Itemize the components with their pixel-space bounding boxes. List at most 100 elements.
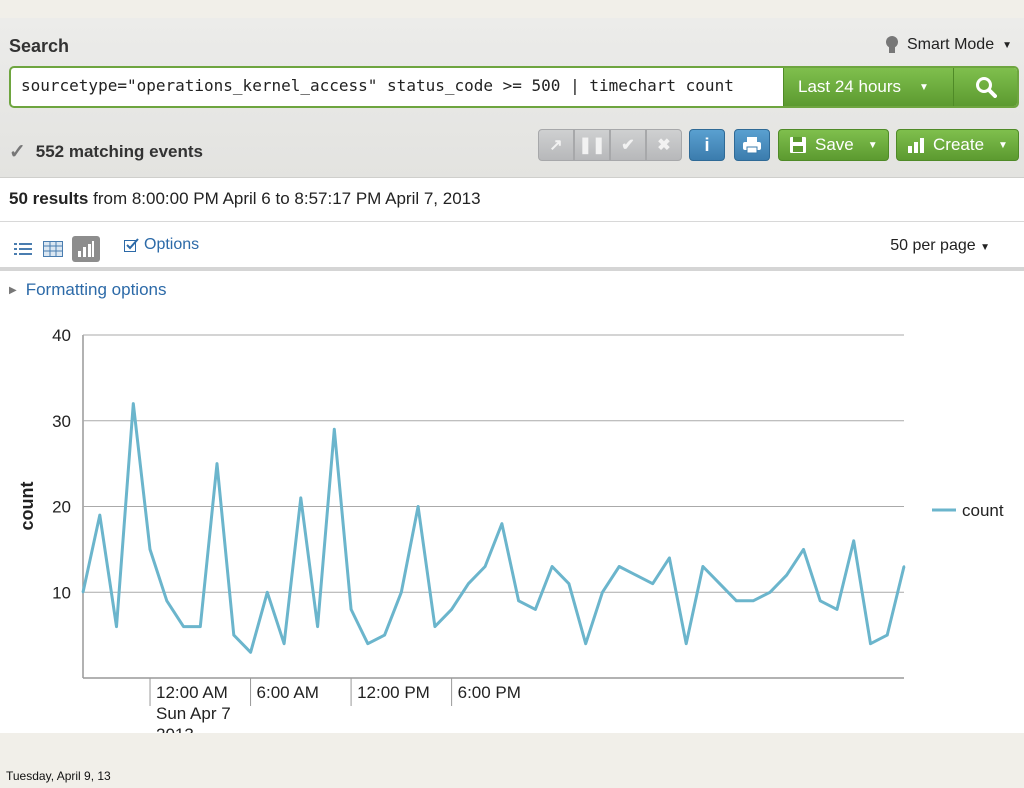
timechart: 10203040 12:00 AMSun Apr 720136:00 AM12:… [17, 326, 1004, 733]
checkmark-icon: ✓ [9, 141, 26, 163]
data-point [299, 496, 302, 500]
checkbox-icon [124, 238, 139, 252]
data-point [467, 582, 470, 585]
data-point [550, 565, 554, 568]
data-point [584, 642, 587, 645]
results-range: from 8:00:00 PM April 6 to 8:57:17 PM Ap… [93, 189, 481, 208]
data-point [232, 633, 235, 637]
search-icon [975, 77, 997, 98]
results-summary: 50 results from 8:00:00 PM April 6 to 8:… [9, 189, 481, 209]
data-point [433, 625, 437, 628]
data-point [165, 599, 168, 602]
x-tick-label: Sun Apr 7 [156, 704, 231, 723]
y-tick-label: 20 [52, 498, 71, 517]
y-axis-ticks: 10 20 30 40 [52, 326, 71, 602]
data-point [416, 505, 420, 508]
data-point [148, 548, 152, 551]
chevron-down-icon: ▼ [919, 81, 929, 93]
data-point [349, 608, 353, 611]
pause-button[interactable]: ❚❚ [574, 129, 610, 161]
search-bar: sourcetype="operations_kernel_access" st… [9, 66, 1019, 108]
data-point [768, 591, 772, 594]
data-point [333, 428, 336, 431]
chevron-down-icon: ▼ [867, 139, 878, 151]
floppy-disk-icon [790, 137, 806, 153]
bar-chart-icon [78, 241, 94, 257]
list-view-button[interactable] [12, 238, 34, 260]
search-button[interactable] [953, 68, 1017, 106]
data-point [366, 642, 369, 645]
time-range-picker[interactable]: Last 24 hours ▼ [783, 68, 953, 106]
x-tick-label: 6:00 PM [458, 683, 521, 702]
create-label: Create [933, 135, 985, 154]
data-point [651, 582, 654, 585]
x-tick-label: 2013 [156, 725, 194, 733]
data-point [81, 591, 85, 594]
slide-date: Tuesday, April 9, 13 [6, 769, 111, 783]
close-icon: ✖ [657, 137, 671, 154]
legend-label: count [962, 501, 1004, 520]
data-point [115, 625, 118, 628]
job-inspector-button[interactable]: i [689, 129, 725, 161]
formatting-options-toggle[interactable]: ▶ Formatting options [9, 280, 167, 300]
divider [0, 267, 1024, 271]
job-controls: ↗ ❚❚ ✔ ✖ [538, 129, 682, 161]
job-status: ✓ 552 matching events [9, 139, 203, 164]
data-point [483, 565, 487, 568]
chart-grid [82, 334, 904, 679]
options-label: Options [144, 236, 200, 253]
results-count: 50 results [9, 189, 89, 208]
printer-icon [743, 137, 761, 154]
series-line-count [81, 402, 906, 654]
per-page-label: 50 per page [890, 237, 976, 254]
cancel-button[interactable]: ✖ [646, 129, 682, 161]
chevron-right-icon: ▶ [9, 284, 17, 296]
save-button[interactable]: Save ▼ [778, 129, 889, 161]
data-point [802, 548, 805, 551]
lightbulb-icon [885, 36, 899, 54]
data-point [902, 565, 906, 568]
data-point [567, 582, 571, 585]
matching-events-count: 552 matching events [35, 141, 204, 161]
table-view-button[interactable] [42, 238, 64, 260]
data-point [282, 642, 286, 645]
data-point [400, 591, 403, 594]
per-page-selector[interactable]: 50 per page ▼ [890, 237, 990, 255]
data-point [500, 522, 504, 525]
view-switcher [12, 236, 100, 262]
send-to-background-button[interactable]: ↗ [538, 129, 574, 161]
create-button[interactable]: Create ▼ [896, 129, 1019, 161]
data-point [735, 599, 738, 602]
data-point [266, 591, 269, 594]
x-axis-ticks: 12:00 AM Sun Apr 7 2013 6:00 AM 12:00 PM 6:00… [149, 678, 521, 733]
data-point [634, 573, 638, 577]
divider [0, 221, 1024, 222]
data-point [517, 599, 520, 602]
data-point [852, 539, 855, 542]
pause-icon: ❚❚ [578, 137, 606, 154]
data-point [132, 402, 135, 405]
data-point [869, 642, 872, 645]
search-input[interactable]: sourcetype="operations_kernel_access" st… [11, 68, 783, 106]
chart-view-button[interactable] [72, 236, 100, 262]
save-label: Save [815, 135, 854, 154]
data-point [835, 608, 839, 611]
info-icon: i [704, 134, 710, 155]
data-point [601, 591, 604, 594]
search-header: Search Smart Mode ▼ sourcetype="operatio… [0, 18, 1024, 178]
data-point [316, 625, 319, 628]
data-point [718, 582, 721, 585]
list-icon [14, 243, 32, 255]
x-tick-label: 12:00 AM [156, 683, 228, 702]
x-tick-label: 6:00 AM [257, 683, 319, 702]
search-mode-selector[interactable]: Smart Mode ▼ [885, 36, 1012, 54]
chevron-down-icon: ▼ [998, 139, 1008, 151]
print-button[interactable] [734, 129, 770, 161]
data-point [182, 625, 185, 628]
options-button[interactable]: Options [124, 236, 199, 254]
bar-chart-icon [908, 138, 924, 153]
finalize-button[interactable]: ✔ [610, 129, 646, 161]
data-point [450, 608, 453, 611]
data-point [383, 633, 386, 637]
data-point [668, 556, 671, 560]
